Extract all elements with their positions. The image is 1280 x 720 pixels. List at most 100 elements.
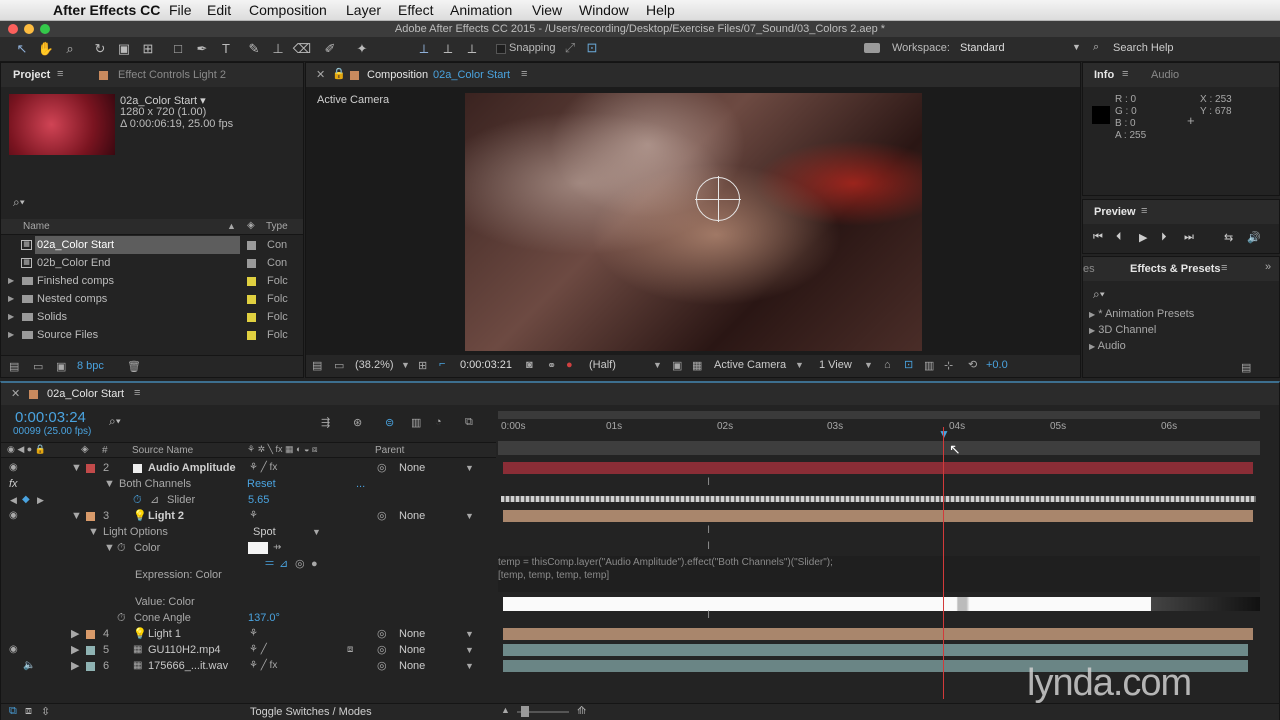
- toggle-switches-modes[interactable]: Toggle Switches / Modes: [250, 706, 372, 718]
- tab-preview[interactable]: Preview: [1094, 206, 1136, 218]
- camera-dropdown-icon[interactable]: ▼: [795, 360, 804, 370]
- tab-project[interactable]: Project: [13, 69, 50, 81]
- label-swatch[interactable]: [247, 313, 256, 322]
- hand-tool-icon[interactable]: ✋: [36, 40, 56, 58]
- zoom-dropdown-icon[interactable]: ▼: [401, 360, 410, 370]
- minimize-window-button[interactable]: [24, 24, 34, 34]
- menu-layer[interactable]: Layer: [346, 2, 381, 18]
- label-swatch[interactable]: [86, 646, 95, 655]
- search-help-icon[interactable]: ⌕: [1093, 41, 1099, 54]
- parent-dropdown-icon[interactable]: ▼: [465, 657, 474, 675]
- view-axis-icon[interactable]: ⟂: [462, 40, 482, 58]
- menu-edit[interactable]: Edit: [207, 2, 231, 18]
- label-swatch[interactable]: [247, 331, 256, 340]
- new-preset-icon[interactable]: ▤: [1241, 361, 1251, 374]
- project-item[interactable]: ▦ 02b_Color End Con: [1, 254, 303, 272]
- frame-blending-icon[interactable]: ▥: [411, 416, 421, 429]
- menu-view[interactable]: View: [532, 2, 562, 18]
- time-navigator[interactable]: [498, 441, 1260, 455]
- sort-icon[interactable]: ▲: [227, 221, 236, 231]
- rotation-tool-icon[interactable]: ↻: [90, 40, 110, 58]
- col-name[interactable]: Name: [23, 221, 50, 232]
- eraser-tool-icon[interactable]: ⌫: [292, 40, 312, 58]
- col-source-name[interactable]: Source Name: [132, 445, 193, 456]
- layer-bar-gu110h2[interactable]: [503, 644, 1248, 656]
- snapping-checkbox[interactable]: [496, 44, 506, 54]
- views-select[interactable]: 1 View: [819, 359, 852, 371]
- motion-blur-icon[interactable]: ◔: [435, 416, 442, 428]
- parent-select[interactable]: None: [399, 657, 425, 675]
- expand-triangle[interactable]: ▶: [71, 657, 79, 675]
- new-comp-icon[interactable]: ▣: [56, 360, 66, 373]
- project-item[interactable]: ▶ Source Files Folc: [1, 326, 303, 344]
- expand-triangle[interactable]: ▶: [8, 290, 14, 308]
- shy-layers-icon[interactable]: ⊜: [385, 416, 394, 429]
- layer-name[interactable]: 175666_...it.wav: [148, 657, 228, 675]
- pixel-aspect-icon[interactable]: ⌂: [884, 359, 891, 371]
- zoom-tool-icon[interactable]: ⌕: [60, 40, 80, 58]
- time-ruler[interactable]: 0:00s 01s 02s 03s 04s 05s 06s: [498, 419, 1260, 439]
- effects-search-icon[interactable]: ⌕▾: [1093, 287, 1105, 302]
- tab-info[interactable]: Info: [1094, 69, 1114, 81]
- project-item[interactable]: ▶ Nested comps Folc: [1, 290, 303, 308]
- bpc-button[interactable]: 8 bpc: [77, 360, 104, 372]
- expression-line-2[interactable]: [temp, temp, temp, temp]: [498, 570, 609, 581]
- menu-file[interactable]: File: [169, 2, 192, 18]
- layer-bar-light-1[interactable]: [503, 628, 1253, 640]
- info-menu-icon[interactable]: ≡: [1122, 68, 1128, 80]
- layer-switches-toggle-icon[interactable]: ⧉: [9, 705, 17, 718]
- speaker-icon[interactable]: 🔈: [23, 657, 35, 675]
- menu-effect[interactable]: Effect: [398, 2, 434, 18]
- snapshot-icon[interactable]: ◙: [526, 359, 533, 371]
- puppet-tool-icon[interactable]: ✦: [352, 40, 372, 58]
- always-preview-icon[interactable]: ▤: [312, 359, 322, 372]
- project-item[interactable]: ▶ Solids Folc: [1, 308, 303, 326]
- modes-toggle-icon[interactable]: ⧈: [25, 705, 32, 718]
- label-swatch[interactable]: [247, 295, 256, 304]
- camera-tool-icon[interactable]: ▣: [114, 40, 134, 58]
- channel-icon[interactable]: ●: [566, 359, 573, 371]
- tab-effects-presets[interactable]: Effects & Presets: [1130, 263, 1221, 275]
- roto-brush-tool-icon[interactable]: ✐: [320, 40, 340, 58]
- layer-bar-light-2[interactable]: [503, 510, 1253, 522]
- layer-row-audio-file[interactable]: 🔈 ▶ 6 ▦ 175666_...it.wav ⚘ ╱ fx ◎ None ▼: [1, 657, 496, 675]
- trash-icon[interactable]: 🗑: [127, 360, 141, 373]
- zoom-in-icon[interactable]: ⟰: [577, 704, 586, 717]
- expression-line-1[interactable]: temp = thisComp.layer("Audio Amplitude")…: [498, 557, 833, 568]
- monitor-icon[interactable]: ▭: [334, 359, 344, 372]
- close-window-button[interactable]: [8, 24, 18, 34]
- effects-menu-icon[interactable]: ≡: [1221, 262, 1227, 274]
- close-comp-tab-icon[interactable]: ✕: [316, 68, 325, 81]
- col-parent[interactable]: Parent: [375, 445, 404, 456]
- comp-mini-flowchart-icon[interactable]: ⇶: [321, 416, 330, 429]
- tab-previous[interactable]: es: [1083, 263, 1095, 275]
- zoom-select[interactable]: (38.2%): [355, 359, 394, 371]
- snap-bounds-icon[interactable]: ⊡: [582, 39, 602, 57]
- camera-select[interactable]: Active Camera: [714, 359, 786, 371]
- timeline-menu-icon[interactable]: ≡: [134, 387, 140, 399]
- menu-composition[interactable]: Composition: [249, 2, 327, 18]
- label-swatch[interactable]: [247, 241, 256, 250]
- exposure-value[interactable]: +0.0: [986, 359, 1008, 371]
- snap-icon[interactable]: ⤢: [560, 39, 580, 57]
- effects-item-audio[interactable]: ▶ Audio: [1089, 337, 1126, 355]
- zoom-out-icon[interactable]: ▲: [501, 705, 510, 715]
- pan-behind-tool-icon[interactable]: ⊞: [138, 40, 158, 58]
- label-swatch[interactable]: [86, 512, 95, 521]
- preview-menu-icon[interactable]: ≡: [1141, 205, 1147, 217]
- project-item[interactable]: ▦ 02a_Color Start Con: [1, 236, 303, 254]
- workspace-dropdown-icon[interactable]: ▼: [1072, 42, 1081, 52]
- safe-margins-icon[interactable]: ⊞: [418, 359, 427, 372]
- resolution-dropdown-icon[interactable]: ▼: [653, 360, 662, 370]
- exposure-reset-icon[interactable]: ⟲: [968, 358, 977, 371]
- shy-switch-icon[interactable]: ⚘ ╱ fx: [249, 657, 277, 675]
- menu-animation[interactable]: Animation: [450, 2, 512, 18]
- timeline-icon[interactable]: ▥: [924, 359, 934, 372]
- layer-bar-audio-amplitude[interactable]: [503, 462, 1253, 474]
- audio-icon[interactable]: 🔊: [1247, 231, 1261, 244]
- transparency-grid-icon[interactable]: ▦: [692, 359, 702, 372]
- label-swatch[interactable]: [86, 662, 95, 671]
- fast-preview-icon[interactable]: ▣: [672, 359, 682, 372]
- show-snapshot-icon[interactable]: ⚭: [547, 359, 556, 372]
- tab-audio[interactable]: Audio: [1151, 69, 1179, 81]
